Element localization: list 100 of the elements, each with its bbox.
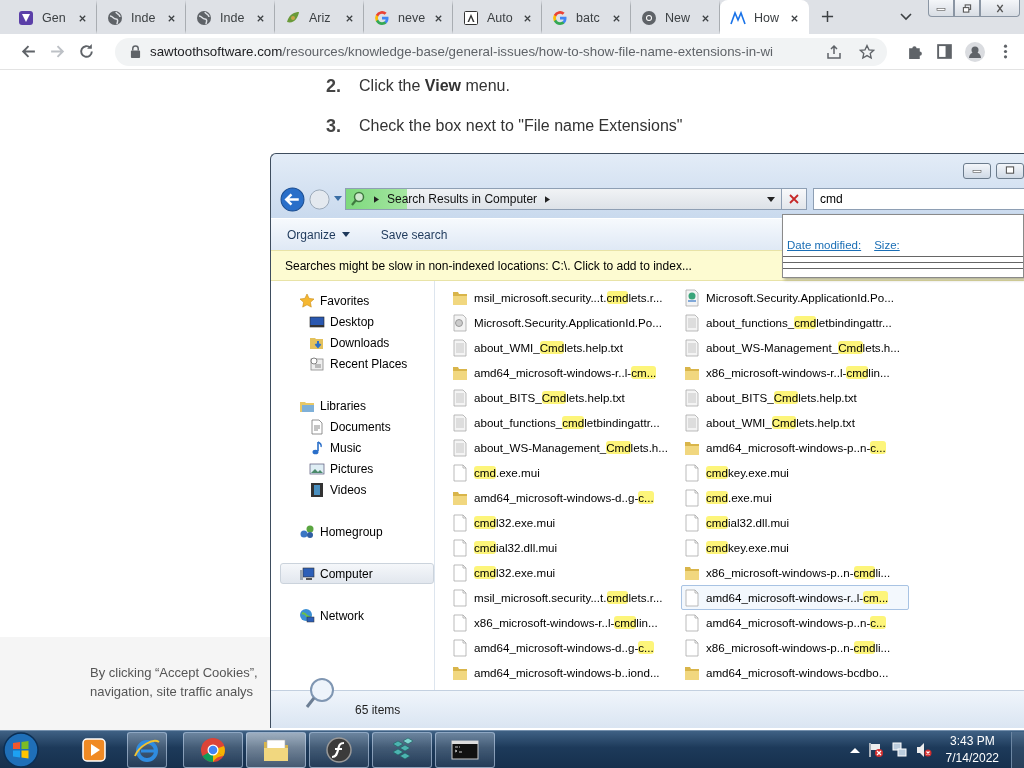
text-file-icon <box>684 313 700 332</box>
nav-item[interactable]: Recent Places <box>280 353 434 374</box>
taskbar-button[interactable] <box>246 731 306 768</box>
browser-tab[interactable]: How <box>720 0 809 34</box>
file-item[interactable]: msil_microsoft.security...t.cmdlets.r... <box>449 585 677 610</box>
profile-icon[interactable] <box>965 41 985 62</box>
reload-icon[interactable] <box>78 43 95 60</box>
file-item[interactable]: msil_microsoft.security...t.cmdlets.r... <box>449 285 677 310</box>
taskbar-button[interactable] <box>127 731 167 768</box>
maximize-button[interactable] <box>996 162 1024 179</box>
file-item[interactable]: amd64_microsoft-windows-r..l-cm... <box>449 360 677 385</box>
command-button[interactable]: Save search <box>380 227 448 242</box>
puzzle-icon[interactable] <box>907 43 924 60</box>
nav-item[interactable]: Downloads <box>280 332 434 353</box>
restore-button[interactable] <box>954 0 980 17</box>
nav-item[interactable]: Homegroup <box>280 521 434 542</box>
flag-icon[interactable] <box>867 741 884 758</box>
close-icon[interactable] <box>256 13 265 23</box>
close-icon[interactable] <box>167 13 176 23</box>
file-item[interactable]: x86_microsoft-windows-r..l-cmdlin... <box>681 360 909 385</box>
minimize-button[interactable] <box>928 0 954 17</box>
file-item[interactable]: cmdkey.exe.mui <box>681 535 909 560</box>
file-item[interactable]: about_WMI_Cmdlets.help.txt <box>681 410 909 435</box>
nav-item[interactable]: Pictures <box>280 458 434 479</box>
videos-icon <box>309 481 325 498</box>
taskbar-button[interactable] <box>435 731 495 768</box>
chevron-right-icon[interactable] <box>374 195 379 203</box>
file-item[interactable]: cmdial32.dll.mui <box>681 510 909 535</box>
chevron-right-icon[interactable] <box>545 195 551 203</box>
nav-item[interactable]: Documents <box>280 416 434 437</box>
file-icon <box>684 613 700 632</box>
nav-item[interactable]: Libraries <box>280 395 434 416</box>
file-item[interactable]: amd64_microsoft-windows-r..l-cm... <box>681 585 909 610</box>
chevron-down-icon[interactable] <box>900 13 912 21</box>
back-icon[interactable] <box>280 186 305 212</box>
file-item[interactable]: about_WMI_Cmdlets.help.txt <box>449 335 677 360</box>
search-field[interactable]: cmd <box>813 188 1024 210</box>
file-item[interactable]: cmdial32.dll.mui <box>449 535 677 560</box>
file-item[interactable]: amd64_microsoft-windows-p..n-c... <box>681 610 909 635</box>
taskbar-button[interactable] <box>309 731 369 768</box>
nav-item[interactable]: Music <box>280 437 434 458</box>
share-icon[interactable] <box>826 43 842 60</box>
close-icon[interactable] <box>523 13 532 23</box>
network-icon[interactable] <box>891 741 908 758</box>
close-icon[interactable] <box>701 13 710 23</box>
file-icon <box>684 588 700 607</box>
back-icon[interactable] <box>20 43 37 60</box>
file-item[interactable]: x86_microsoft-windows-p..n-cmdli... <box>681 635 909 660</box>
file-item[interactable]: about_WS-Management_Cmdlets.h... <box>449 435 677 460</box>
logo-icon <box>730 10 746 26</box>
text-file-icon <box>452 388 468 407</box>
nav-item[interactable]: Computer <box>280 563 434 584</box>
caret-icon[interactable] <box>334 196 342 202</box>
file-item[interactable]: about_BITS_Cmdlets.help.txt <box>681 385 909 410</box>
file-item[interactable]: amd64_microsoft-windows-bcdbo... <box>681 660 909 685</box>
file-item[interactable]: amd64_microsoft-windows-d..g-c... <box>449 635 677 660</box>
dropdown-icon[interactable] <box>767 196 775 202</box>
nav-item[interactable]: Network <box>280 605 434 626</box>
file-item[interactable]: Microsoft.Security.ApplicationId.Po... <box>449 310 677 335</box>
show-desktop-button[interactable] <box>1011 731 1024 768</box>
file-item[interactable]: cmd.exe.mui <box>449 460 677 485</box>
file-item[interactable]: amd64_microsoft-windows-b..iond... <box>449 660 677 685</box>
file-item[interactable]: amd64_microsoft-windows-p..n-c... <box>681 435 909 460</box>
file-item[interactable]: x86_microsoft-windows-r..l-cmdlin... <box>449 610 677 635</box>
file-item[interactable]: cmdl32.exe.mui <box>449 510 677 535</box>
close-button[interactable] <box>980 0 1020 17</box>
file-item[interactable]: about_BITS_Cmdlets.help.txt <box>449 385 677 410</box>
show-hidden-icons-icon[interactable] <box>849 745 860 754</box>
close-icon[interactable] <box>345 13 354 23</box>
command-button[interactable]: Organize <box>287 227 350 242</box>
close-icon[interactable] <box>790 13 799 23</box>
volume-muted-icon[interactable] <box>915 741 932 758</box>
close-icon[interactable] <box>434 13 443 23</box>
file-item[interactable]: amd64_microsoft-windows-d..g-c... <box>449 485 677 510</box>
close-icon[interactable] <box>612 13 621 23</box>
stop-button[interactable] <box>782 188 807 210</box>
minimize-button[interactable] <box>963 162 991 179</box>
file-item[interactable]: about_functions_cmdletbindingattr... <box>449 410 677 435</box>
side-panel-icon[interactable] <box>936 43 953 60</box>
file-item[interactable]: about_WS-Management_Cmdlets.h... <box>681 335 909 360</box>
star-icon[interactable] <box>859 43 875 60</box>
file-item[interactable]: cmdl32.exe.mui <box>449 560 677 585</box>
filter-link[interactable]: Date modified: <box>787 239 862 251</box>
file-item[interactable]: cmdkey.exe.mui <box>681 460 909 485</box>
cookie-text: navigation, site traffic analys <box>90 684 255 699</box>
file-item[interactable]: Microsoft.Security.ApplicationId.Po... <box>681 285 909 310</box>
nav-item[interactable]: Videos <box>280 479 434 500</box>
text-file-icon <box>452 413 468 432</box>
file-item[interactable]: x86_microsoft-windows-p..n-cmdli... <box>681 560 909 585</box>
filter-link[interactable]: Size: <box>874 239 900 251</box>
taskbar-button[interactable] <box>183 731 243 768</box>
start-button[interactable] <box>2 730 40 768</box>
nav-item[interactable]: Favorites <box>280 290 434 311</box>
close-icon[interactable] <box>78 13 87 23</box>
file-item[interactable]: cmd.exe.mui <box>681 485 909 510</box>
new-tab-icon[interactable] <box>821 10 834 23</box>
file-item[interactable]: about_functions_cmdletbindingattr... <box>681 310 909 335</box>
nav-item[interactable]: Desktop <box>280 311 434 332</box>
address-bar[interactable]: Search Results in Computer <box>345 188 782 210</box>
address-bar[interactable]: sawtoothsoftware.com/resources/knowledge-base/general-issues/how-to-show-file-name-extensions-in-wi <box>115 37 887 66</box>
